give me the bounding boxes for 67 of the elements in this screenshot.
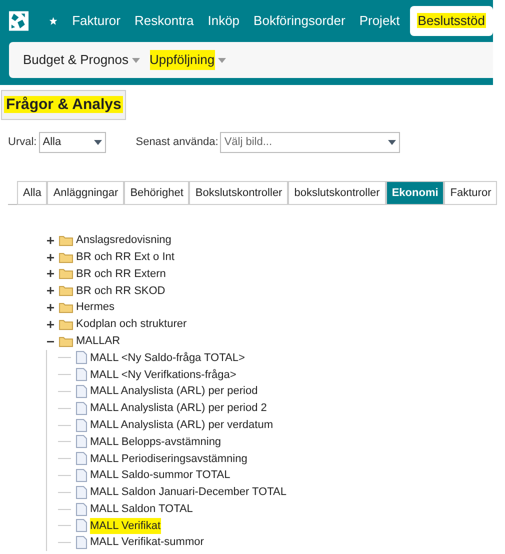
nav-link[interactable]: Inköp — [200, 6, 247, 36]
document-icon — [76, 385, 87, 398]
tree-item[interactable]: MALL <Ny Verifkations-fråga> — [90, 366, 236, 384]
tree-item[interactable]: MALL Analyslista (ARL) per period 2 — [90, 400, 267, 417]
folder-icon — [59, 252, 73, 263]
folder-icon — [59, 268, 73, 280]
page-title: Frågor & Analys — [1, 90, 126, 120]
tab[interactable]: Alla — [17, 181, 48, 205]
nav-link[interactable]: Projekt — [352, 6, 407, 36]
tree-item[interactable]: MALL Analyslista (ARL) per period — [90, 383, 258, 400]
expand-icon[interactable] — [46, 254, 54, 261]
dropdown[interactable]: Alla — [38, 132, 106, 153]
folder-icon — [59, 336, 73, 347]
tree-item[interactable]: MALL Verifikat-summor — [90, 534, 204, 551]
nav-link[interactable]: Bokföringsorder — [246, 6, 352, 36]
caret-icon — [388, 140, 396, 145]
document-icon — [76, 486, 87, 499]
expand-icon[interactable] — [46, 270, 54, 278]
tree-item[interactable]: MALL Saldon TOTAL — [90, 500, 193, 518]
expand-icon[interactable] — [46, 236, 54, 244]
document-icon — [76, 418, 87, 432]
document-icon — [76, 435, 87, 448]
tree-item[interactable]: MALL <Ny Saldo-fråga TOTAL> — [90, 350, 245, 366]
document-icon — [76, 368, 87, 382]
expand-icon[interactable] — [46, 320, 54, 328]
tree-item[interactable]: Kodplan och strukturer — [76, 316, 187, 333]
dropdown[interactable]: Välj bild... — [220, 132, 400, 153]
document-icon — [76, 402, 87, 415]
folder-icon — [59, 285, 73, 296]
tab[interactable]: Fakturor — [444, 181, 498, 205]
tree-item[interactable]: MALL Saldo-summor TOTAL — [90, 467, 230, 484]
document-icon — [76, 469, 87, 482]
tree-item[interactable]: BR och RR Ext o Int — [76, 248, 174, 266]
tree-item[interactable]: MALL Analyslista (ARL) per verdatum — [90, 416, 273, 434]
tree-item[interactable]: MALL Belopps-avstämning — [90, 434, 222, 450]
folder-icon — [59, 318, 73, 330]
tree-item[interactable]: MALL Verifikat — [90, 518, 161, 534]
document-icon — [76, 351, 87, 364]
tree-item[interactable]: MALL Periodiseringsavstämning — [90, 450, 248, 467]
expand-icon[interactable] — [46, 304, 54, 312]
document-icon — [76, 536, 87, 550]
folder-icon — [59, 234, 73, 246]
folder-icon — [59, 302, 73, 314]
tree-item[interactable]: BR och RR Extern — [76, 266, 166, 282]
nav-link[interactable]: Beslutsstöd — [410, 6, 493, 36]
tree-item[interactable]: Hermes — [76, 299, 115, 316]
caret-icon — [218, 58, 226, 62]
tab[interactable]: Ekonomi — [386, 181, 444, 205]
caret-icon — [94, 140, 102, 145]
tab[interactable]: Anläggningar — [47, 181, 124, 205]
document-icon — [76, 502, 87, 516]
caret-icon — [132, 58, 140, 62]
filter-label: Senast använda: — [136, 135, 218, 150]
document-icon — [76, 519, 87, 532]
expand-icon[interactable] — [46, 287, 54, 294]
subnav-link[interactable]: Budget & Prognos — [23, 50, 140, 70]
filter-label: Urval: — [8, 135, 37, 150]
tab[interactable]: Behörighet — [124, 181, 190, 205]
tree-item[interactable]: BR och RR SKOD — [76, 282, 166, 300]
tab[interactable]: bokslutskontroller — [288, 181, 386, 205]
tree-item[interactable]: Anslagsredovisning — [76, 232, 172, 249]
tab[interactable]: Bokslutskontroller — [189, 181, 288, 205]
tree-item[interactable]: MALLAR — [76, 332, 120, 350]
document-icon — [76, 452, 87, 466]
nav-link[interactable]: Fakturor — [65, 6, 128, 36]
tree-item[interactable]: MALL Saldon Januari-December TOTAL — [90, 484, 286, 501]
nav-link[interactable]: Reskontra — [127, 6, 201, 36]
